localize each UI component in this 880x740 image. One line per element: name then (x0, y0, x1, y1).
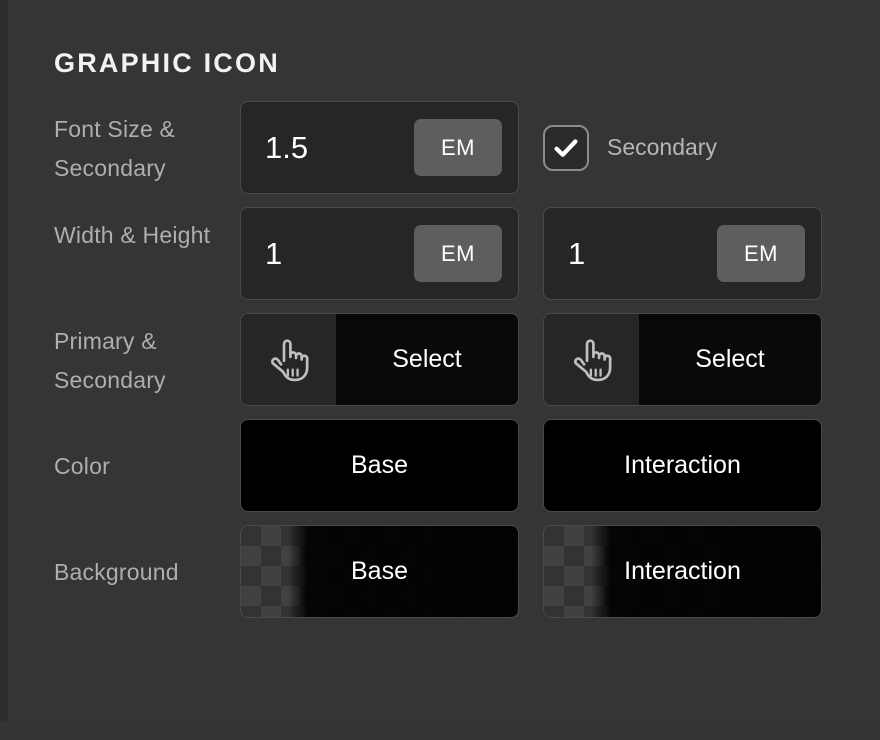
primary-select-cell: Select (240, 313, 519, 406)
row-label-width-height: Width & Height (54, 207, 240, 255)
font-size-unit-button[interactable]: EM (414, 119, 502, 176)
row-font-size-secondary: Font Size & Secondary 1.5 EM (8, 101, 880, 194)
background-interaction-swatch[interactable]: Interaction (543, 525, 822, 618)
secondary-checkbox-cell: Secondary (543, 101, 822, 194)
row-primary-secondary: Primary & Secondary Select (8, 313, 880, 406)
graphic-icon-settings-panel: GRAPHIC ICON Font Size & Secondary 1.5 E… (0, 0, 880, 740)
bottom-gutter (0, 721, 880, 740)
row-width-height: Width & Height 1 EM 1 EM (8, 207, 880, 300)
color-base-label: Base (351, 451, 408, 480)
background-base-swatch[interactable]: Base (240, 525, 519, 618)
primary-icon-preview[interactable] (241, 314, 336, 405)
row-controls: Select Select (240, 313, 822, 406)
row-controls: Base Interaction (240, 525, 822, 618)
check-icon (551, 133, 581, 163)
background-interaction-cell: Interaction (543, 525, 822, 618)
pointing-hand-icon (570, 337, 614, 383)
primary-select-field[interactable]: Select (240, 313, 519, 406)
secondary-select-cell: Select (543, 313, 822, 406)
width-field[interactable]: 1 EM (240, 207, 519, 300)
row-label-font-size-secondary: Font Size & Secondary (54, 101, 240, 188)
pointing-hand-icon (267, 337, 311, 383)
background-interaction-label: Interaction (624, 557, 741, 586)
row-background: Background Base Interaction (8, 525, 880, 618)
row-label-primary-secondary: Primary & Secondary (54, 313, 240, 400)
settings-panel-body: GRAPHIC ICON Font Size & Secondary 1.5 E… (8, 0, 880, 721)
row-controls: 1 EM 1 EM (240, 207, 822, 300)
secondary-checkbox-wrapper[interactable]: Secondary (543, 101, 822, 194)
secondary-icon-preview[interactable] (544, 314, 639, 405)
background-base-label: Base (351, 557, 408, 586)
primary-select-button[interactable]: Select (336, 314, 518, 405)
secondary-select-field[interactable]: Select (543, 313, 822, 406)
row-label-color: Color (54, 419, 240, 486)
font-size-input[interactable]: 1.5 (241, 132, 414, 163)
secondary-select-button[interactable]: Select (639, 314, 821, 405)
color-base-swatch[interactable]: Base (240, 419, 519, 512)
color-base-cell: Base (240, 419, 519, 512)
secondary-checkbox[interactable] (543, 125, 589, 171)
color-interaction-swatch[interactable]: Interaction (543, 419, 822, 512)
font-size-cell: 1.5 EM (240, 101, 519, 194)
font-size-field[interactable]: 1.5 EM (240, 101, 519, 194)
width-cell: 1 EM (240, 207, 519, 300)
secondary-checkbox-label[interactable]: Secondary (607, 134, 717, 161)
page-title: GRAPHIC ICON (54, 48, 880, 79)
background-base-cell: Base (240, 525, 519, 618)
height-cell: 1 EM (543, 207, 822, 300)
color-interaction-label: Interaction (624, 451, 741, 480)
row-controls: 1.5 EM Secondary (240, 101, 822, 194)
height-input[interactable]: 1 (544, 238, 717, 269)
height-unit-button[interactable]: EM (717, 225, 805, 282)
width-input[interactable]: 1 (241, 238, 414, 269)
row-color: Color Base Interaction (8, 419, 880, 512)
height-field[interactable]: 1 EM (543, 207, 822, 300)
width-unit-button[interactable]: EM (414, 225, 502, 282)
color-interaction-cell: Interaction (543, 419, 822, 512)
left-gutter (0, 0, 8, 740)
row-controls: Base Interaction (240, 419, 822, 512)
row-label-background: Background (54, 525, 240, 592)
